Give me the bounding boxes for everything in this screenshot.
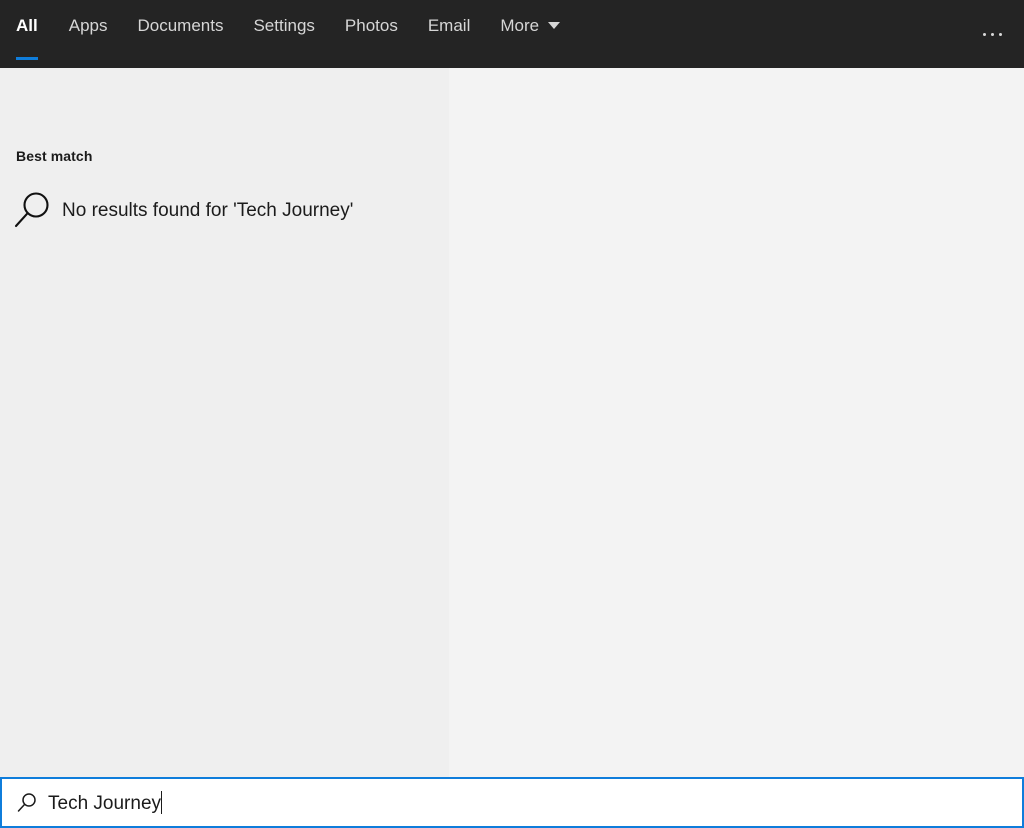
tab-more[interactable]: More — [485, 0, 575, 68]
best-match-section-header: Best match — [16, 148, 93, 164]
search-icon — [0, 188, 62, 234]
search-input-value: Tech Journey — [48, 790, 163, 815]
list-item[interactable]: No results found for 'Tech Journey' — [0, 181, 449, 241]
tab-settings-label: Settings — [253, 15, 315, 35]
tab-apps-label: Apps — [68, 15, 108, 35]
ellipsis-dot — [982, 32, 986, 36]
ellipsis-dot — [990, 32, 994, 36]
tab-photos-label: Photos — [344, 15, 398, 35]
chevron-down-icon — [548, 21, 561, 29]
tab-documents[interactable]: Documents — [122, 0, 238, 68]
search-input[interactable]: Tech Journey — [0, 777, 1024, 828]
search-filter-tabs: All Apps Documents Settings Photos Email… — [0, 0, 575, 68]
tab-apps[interactable]: Apps — [54, 0, 123, 68]
search-icon — [2, 790, 48, 816]
ellipsis-dot — [998, 32, 1002, 36]
tab-all-active-indicator — [16, 57, 38, 60]
tab-photos[interactable]: Photos — [330, 0, 413, 68]
search-input-text: Tech Journey — [48, 792, 162, 814]
ellipsis-icon[interactable] — [960, 0, 1024, 68]
results-panel: Best match No results found for 'Tech Jo… — [0, 68, 449, 777]
tab-all[interactable]: All — [0, 0, 54, 68]
windows-search-panel: All Apps Documents Settings Photos Email… — [0, 0, 1024, 828]
tab-more-label: More — [500, 15, 540, 35]
tab-settings[interactable]: Settings — [238, 0, 329, 68]
tab-documents-label: Documents — [137, 15, 224, 35]
preview-panel — [449, 68, 1024, 777]
text-caret — [161, 790, 163, 814]
tab-all-label: All — [16, 15, 38, 35]
tab-email-label: Email — [427, 15, 471, 35]
search-header-bar: All Apps Documents Settings Photos Email… — [0, 0, 1024, 68]
tab-email[interactable]: Email — [413, 0, 486, 68]
list-item-label: No results found for 'Tech Journey' — [62, 200, 354, 221]
